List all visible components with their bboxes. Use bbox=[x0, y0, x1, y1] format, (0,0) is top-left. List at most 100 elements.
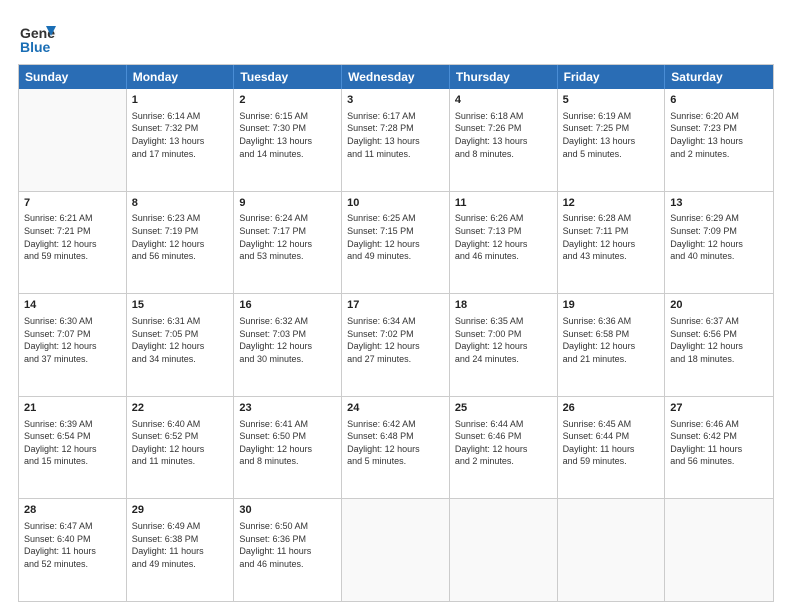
svg-text:Blue: Blue bbox=[20, 39, 51, 55]
day-number: 3 bbox=[347, 93, 444, 108]
cal-cell: 21Sunrise: 6:39 AMSunset: 6:54 PMDayligh… bbox=[19, 397, 127, 499]
cal-cell: 5Sunrise: 6:19 AMSunset: 7:25 PMDaylight… bbox=[558, 89, 666, 191]
cal-cell: 26 Sunrise: 6:45 AMSunset: 6:44 PMDayligh… bbox=[558, 397, 666, 499]
cal-cell: 9Sunrise: 6:24 AMSunset: 7:17 PMDaylight… bbox=[234, 192, 342, 294]
calendar: SundayMondayTuesdayWednesdayThursdayFrid… bbox=[18, 64, 774, 602]
day-info: Sunrise: 6:41 AMSunset: 6:50 PMDaylight:… bbox=[239, 418, 336, 468]
cal-cell: 24 Sunrise: 6:42 AMSunset: 6:48 PMDayligh… bbox=[342, 397, 450, 499]
cal-cell: 12Sunrise: 6:28 AMSunset: 7:11 PMDayligh… bbox=[558, 192, 666, 294]
cal-cell: 13Sunrise: 6:29 AMSunset: 7:09 PMDayligh… bbox=[665, 192, 773, 294]
cal-cell bbox=[665, 499, 773, 601]
cal-cell: 30 Sunrise: 6:50 AMSunset: 6:36 PMDayligh… bbox=[234, 499, 342, 601]
day-number: 20 bbox=[670, 298, 768, 313]
day-info: Sunrise: 6:40 AMSunset: 6:52 PMDaylight:… bbox=[132, 418, 229, 468]
week-row-3: 14 Sunrise: 6:30 AMSunset: 7:07 PMDayligh… bbox=[19, 293, 773, 396]
day-info: Sunrise: 6:31 AMSunset: 7:05 PMDaylight:… bbox=[132, 315, 229, 365]
day-info: Sunrise: 6:14 AMSunset: 7:32 PMDaylight:… bbox=[132, 110, 229, 160]
day-info: Sunrise: 6:49 AMSunset: 6:38 PMDaylight:… bbox=[132, 520, 229, 570]
day-info: Sunrise: 6:37 AMSunset: 6:56 PMDaylight:… bbox=[670, 315, 768, 365]
calendar-body: 1 Sunrise: 6:14 AMSunset: 7:32 PMDaylight… bbox=[19, 89, 773, 601]
week-row-2: 7Sunrise: 6:21 AMSunset: 7:21 PMDaylight… bbox=[19, 191, 773, 294]
day-number: 14 bbox=[24, 298, 121, 313]
logo: General Blue bbox=[18, 18, 56, 56]
day-info: Sunrise: 6:47 AMSunset: 6:40 PMDaylight:… bbox=[24, 520, 121, 570]
col-header-monday: Monday bbox=[127, 65, 235, 89]
cal-cell: 17 Sunrise: 6:34 AMSunset: 7:02 PMDayligh… bbox=[342, 294, 450, 396]
day-info: Sunrise: 6:32 AMSunset: 7:03 PMDaylight:… bbox=[239, 315, 336, 365]
day-info: Sunrise: 6:30 AMSunset: 7:07 PMDaylight:… bbox=[24, 315, 121, 365]
day-number: 2 bbox=[239, 93, 336, 108]
day-info: Sunrise: 6:21 AMSunset: 7:21 PMDaylight:… bbox=[24, 212, 121, 262]
cal-cell bbox=[342, 499, 450, 601]
week-row-5: 28 Sunrise: 6:47 AMSunset: 6:40 PMDayligh… bbox=[19, 498, 773, 601]
day-info: Sunrise: 6:17 AMSunset: 7:28 PMDaylight:… bbox=[347, 110, 444, 160]
cal-cell: 23 Sunrise: 6:41 AMSunset: 6:50 PMDayligh… bbox=[234, 397, 342, 499]
day-info: Sunrise: 6:46 AMSunset: 6:42 PMDaylight:… bbox=[670, 418, 768, 468]
day-number: 16 bbox=[239, 298, 336, 313]
cal-cell bbox=[450, 499, 558, 601]
day-info: Sunrise: 6:25 AMSunset: 7:15 PMDaylight:… bbox=[347, 212, 444, 262]
day-number: 29 bbox=[132, 503, 229, 518]
day-number: 26 bbox=[563, 401, 660, 416]
week-row-1: 1 Sunrise: 6:14 AMSunset: 7:32 PMDaylight… bbox=[19, 89, 773, 191]
day-info: Sunrise: 6:34 AMSunset: 7:02 PMDaylight:… bbox=[347, 315, 444, 365]
day-number: 13 bbox=[670, 196, 768, 211]
day-number: 15 bbox=[132, 298, 229, 313]
cal-cell: 2 Sunrise: 6:15 AMSunset: 7:30 PMDaylight… bbox=[234, 89, 342, 191]
day-info: Sunrise: 6:42 AMSunset: 6:48 PMDaylight:… bbox=[347, 418, 444, 468]
day-number: 8 bbox=[132, 196, 229, 211]
cal-cell bbox=[19, 89, 127, 191]
day-info: Sunrise: 6:44 AMSunset: 6:46 PMDaylight:… bbox=[455, 418, 552, 468]
cal-cell: 8Sunrise: 6:23 AMSunset: 7:19 PMDaylight… bbox=[127, 192, 235, 294]
cal-cell: 4 Sunrise: 6:18 AMSunset: 7:26 PMDaylight… bbox=[450, 89, 558, 191]
cal-cell: 10Sunrise: 6:25 AMSunset: 7:15 PMDayligh… bbox=[342, 192, 450, 294]
day-number: 22 bbox=[132, 401, 229, 416]
day-info: Sunrise: 6:35 AMSunset: 7:00 PMDaylight:… bbox=[455, 315, 552, 365]
cal-cell: 18 Sunrise: 6:35 AMSunset: 7:00 PMDayligh… bbox=[450, 294, 558, 396]
cal-cell: 29 Sunrise: 6:49 AMSunset: 6:38 PMDayligh… bbox=[127, 499, 235, 601]
day-info: Sunrise: 6:15 AMSunset: 7:30 PMDaylight:… bbox=[239, 110, 336, 160]
day-number: 27 bbox=[670, 401, 768, 416]
cal-cell: 6Sunrise: 6:20 AMSunset: 7:23 PMDaylight… bbox=[665, 89, 773, 191]
day-number: 18 bbox=[455, 298, 552, 313]
logo-icon: General Blue bbox=[18, 18, 56, 56]
cal-cell: 19Sunrise: 6:36 AMSunset: 6:58 PMDayligh… bbox=[558, 294, 666, 396]
day-info: Sunrise: 6:29 AMSunset: 7:09 PMDaylight:… bbox=[670, 212, 768, 262]
col-header-tuesday: Tuesday bbox=[234, 65, 342, 89]
day-number: 25 bbox=[455, 401, 552, 416]
day-number: 7 bbox=[24, 196, 121, 211]
day-info: Sunrise: 6:18 AMSunset: 7:26 PMDaylight:… bbox=[455, 110, 552, 160]
day-number: 23 bbox=[239, 401, 336, 416]
day-number: 24 bbox=[347, 401, 444, 416]
col-header-sunday: Sunday bbox=[19, 65, 127, 89]
col-header-thursday: Thursday bbox=[450, 65, 558, 89]
day-number: 17 bbox=[347, 298, 444, 313]
day-number: 11 bbox=[455, 196, 552, 211]
col-header-friday: Friday bbox=[558, 65, 666, 89]
week-row-4: 21Sunrise: 6:39 AMSunset: 6:54 PMDayligh… bbox=[19, 396, 773, 499]
day-number: 30 bbox=[239, 503, 336, 518]
day-number: 1 bbox=[132, 93, 229, 108]
day-info: Sunrise: 6:28 AMSunset: 7:11 PMDaylight:… bbox=[563, 212, 660, 262]
calendar-header-row: SundayMondayTuesdayWednesdayThursdayFrid… bbox=[19, 65, 773, 89]
day-info: Sunrise: 6:45 AMSunset: 6:44 PMDaylight:… bbox=[563, 418, 660, 468]
day-info: Sunrise: 6:19 AMSunset: 7:25 PMDaylight:… bbox=[563, 110, 660, 160]
cal-cell bbox=[558, 499, 666, 601]
day-number: 21 bbox=[24, 401, 121, 416]
cal-cell: 16 Sunrise: 6:32 AMSunset: 7:03 PMDayligh… bbox=[234, 294, 342, 396]
cal-cell: 22 Sunrise: 6:40 AMSunset: 6:52 PMDayligh… bbox=[127, 397, 235, 499]
cal-cell: 27 Sunrise: 6:46 AMSunset: 6:42 PMDayligh… bbox=[665, 397, 773, 499]
day-info: Sunrise: 6:36 AMSunset: 6:58 PMDaylight:… bbox=[563, 315, 660, 365]
cal-cell: 25 Sunrise: 6:44 AMSunset: 6:46 PMDayligh… bbox=[450, 397, 558, 499]
day-number: 4 bbox=[455, 93, 552, 108]
day-number: 12 bbox=[563, 196, 660, 211]
cal-cell: 14 Sunrise: 6:30 AMSunset: 7:07 PMDayligh… bbox=[19, 294, 127, 396]
day-info: Sunrise: 6:50 AMSunset: 6:36 PMDaylight:… bbox=[239, 520, 336, 570]
day-number: 28 bbox=[24, 503, 121, 518]
day-number: 6 bbox=[670, 93, 768, 108]
col-header-wednesday: Wednesday bbox=[342, 65, 450, 89]
col-header-saturday: Saturday bbox=[665, 65, 773, 89]
day-info: Sunrise: 6:23 AMSunset: 7:19 PMDaylight:… bbox=[132, 212, 229, 262]
day-number: 10 bbox=[347, 196, 444, 211]
cal-cell: 15 Sunrise: 6:31 AMSunset: 7:05 PMDayligh… bbox=[127, 294, 235, 396]
